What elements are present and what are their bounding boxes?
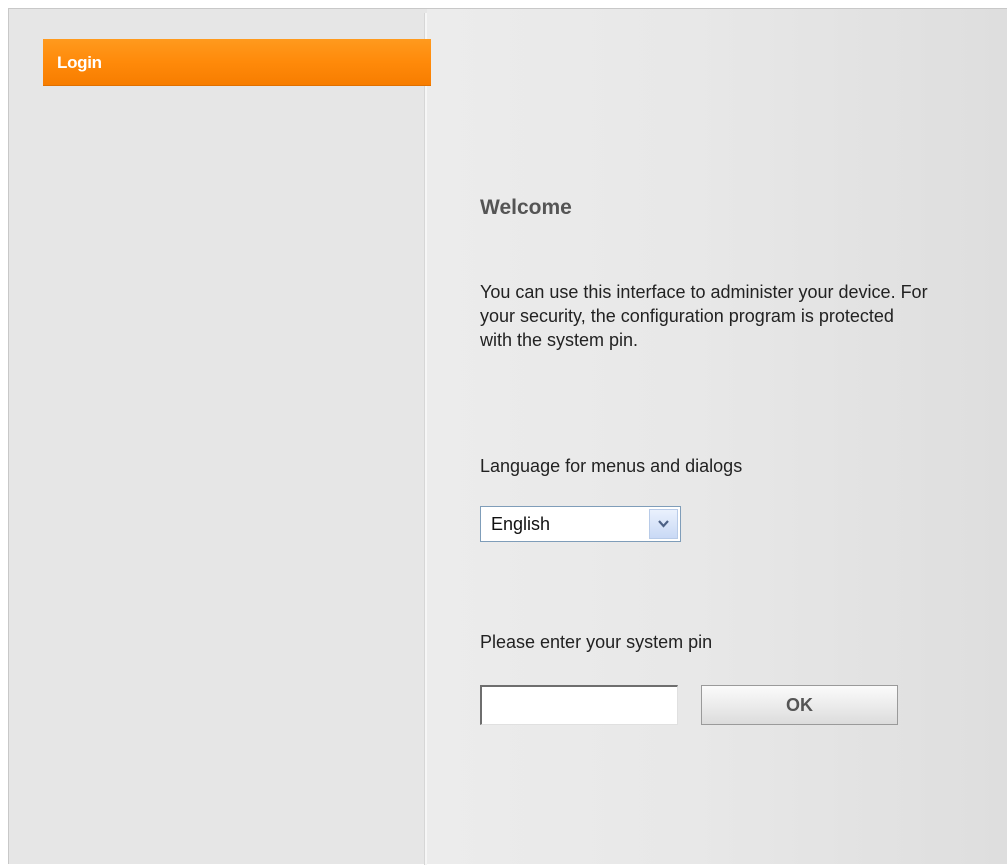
page-frame — [8, 8, 1007, 865]
pin-label: Please enter your system pin — [480, 632, 713, 652]
pin-input[interactable] — [480, 685, 678, 725]
intro-text: You can use this interface to administer… — [480, 282, 928, 350]
language-label: Language for menus and dialogs — [480, 456, 743, 476]
chevron-down-icon — [658, 520, 669, 528]
language-select-value: English — [491, 514, 551, 534]
ok-button[interactable]: OK — [701, 685, 898, 725]
main-panel — [427, 9, 1007, 864]
sidebar — [9, 9, 424, 864]
page-title: Welcome — [480, 196, 572, 219]
sidebar-item-label: Login — [57, 53, 102, 72]
language-dropdown-button[interactable] — [649, 509, 678, 539]
language-select[interactable]: English — [480, 506, 681, 542]
sidebar-item-login[interactable]: Login — [43, 39, 431, 86]
